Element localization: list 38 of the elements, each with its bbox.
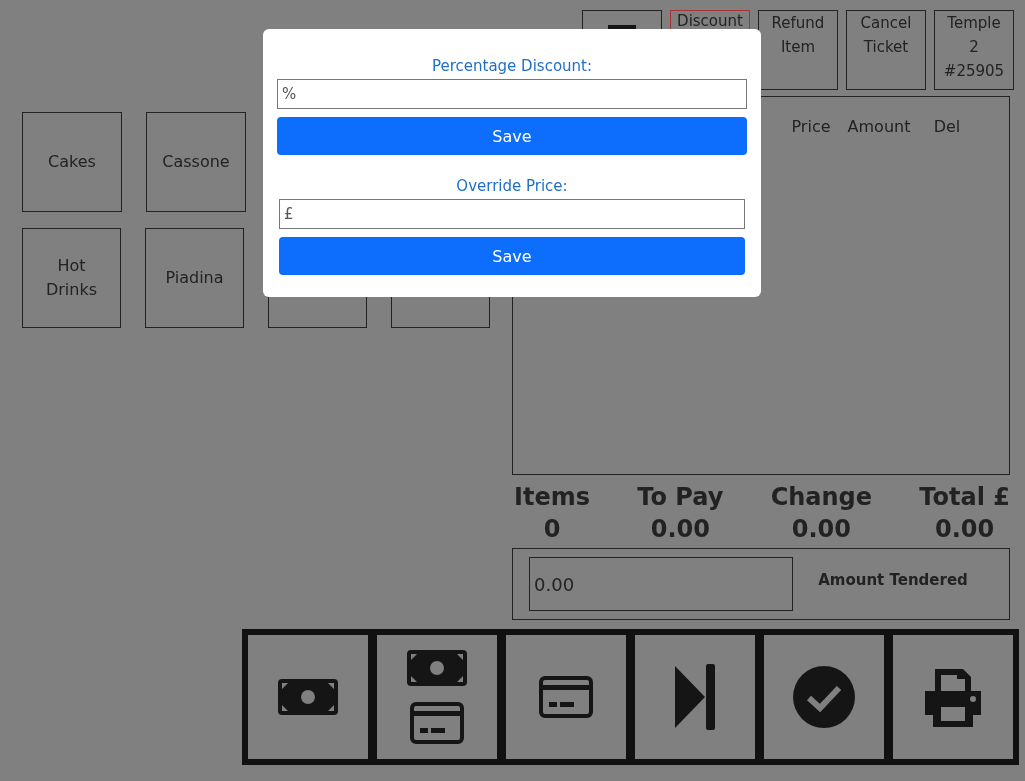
action-button[interactable] — [635, 635, 755, 759]
total-value: 0.00 — [935, 514, 995, 545]
total-value: 0.00 — [791, 514, 851, 545]
total-label: Total £ — [919, 482, 1010, 513]
action-button[interactable] — [506, 635, 626, 759]
action-button[interactable] — [764, 635, 884, 759]
total-label: Change — [770, 482, 873, 513]
total-value: 0.00 — [650, 514, 710, 545]
credit-card-icon — [410, 701, 464, 744]
total-label: To Pay — [637, 482, 724, 513]
toolbar-button[interactable]: Refund Item — [758, 10, 838, 90]
action-button[interactable] — [377, 635, 497, 759]
column-header: Amount — [846, 116, 912, 138]
toolbar-button[interactable]: Temple 2 #25905 — [934, 10, 1014, 90]
skip-forward-icon — [675, 662, 715, 732]
column-header: Price — [790, 116, 832, 138]
action-button[interactable] — [248, 635, 368, 759]
category-tile[interactable]: Piadina — [145, 228, 244, 328]
check-circle-icon — [793, 666, 855, 728]
action-button[interactable] — [893, 635, 1013, 759]
field-label: Override Price: — [456, 176, 568, 197]
category-tile[interactable]: Cassone — [146, 112, 246, 212]
tendered-field[interactable]: 0.00 — [529, 557, 793, 611]
banknote-icon — [278, 679, 338, 715]
toolbar-button[interactable]: Cancel Ticket — [846, 10, 926, 90]
save-button[interactable]: Save — [277, 117, 747, 155]
input-field[interactable]: % — [277, 79, 747, 109]
banknote-icon — [407, 650, 467, 687]
category-tile[interactable]: Hot Drinks — [22, 228, 121, 328]
tendered-label: Amount Tendered — [817, 571, 969, 589]
save-button[interactable]: Save — [279, 237, 745, 275]
total-value: 0 — [543, 514, 561, 545]
total-label: Items — [514, 482, 590, 513]
field-label: Percentage Discount: — [431, 56, 593, 77]
credit-card-icon — [539, 676, 593, 718]
category-tile[interactable]: Cakes — [22, 112, 122, 212]
column-header: Del — [932, 116, 962, 138]
input-field[interactable]: £ — [279, 199, 745, 229]
